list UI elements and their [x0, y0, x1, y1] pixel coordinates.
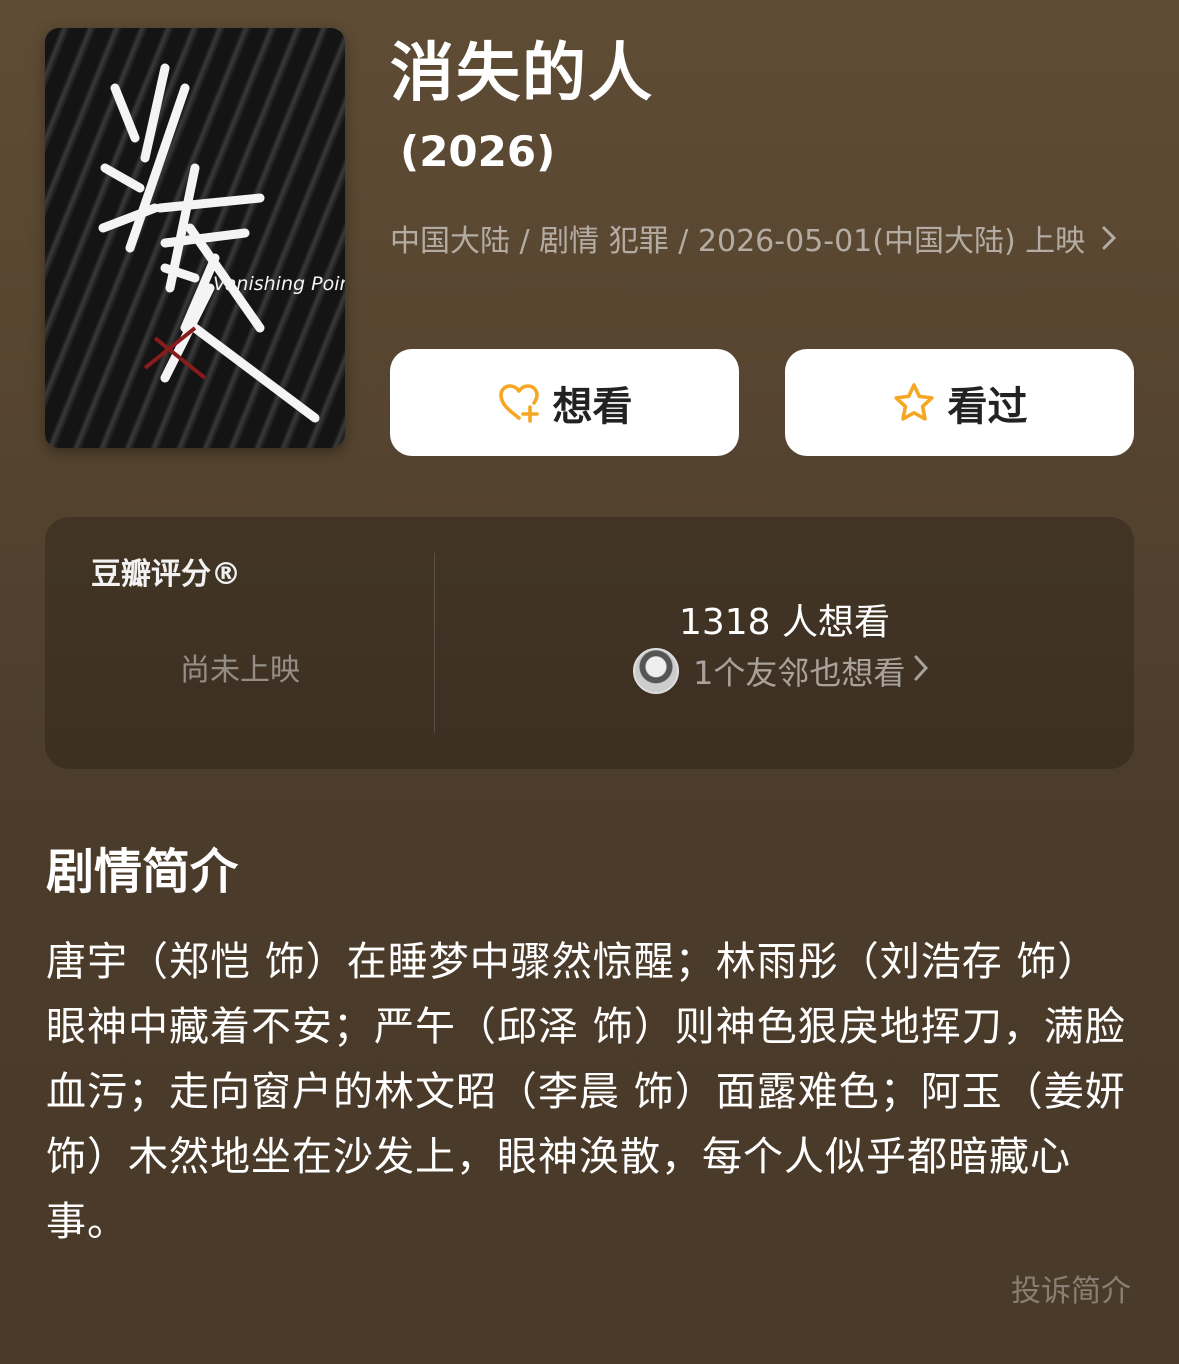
report-synopsis-link[interactable]: 投诉简介 — [1011, 1266, 1131, 1310]
avatar — [633, 648, 679, 694]
friends-want-text: 1个友邻也想看 — [693, 654, 906, 692]
synopsis-title: 剧情简介 — [46, 844, 239, 900]
poster-artwork: Vanishing Point — [98, 63, 345, 423]
watched-label: 看过 — [947, 383, 1028, 430]
want-to-watch-label: 想看 — [552, 383, 633, 430]
friends-want-link[interactable]: 1个友邻也想看 — [633, 647, 929, 695]
poster-title-en: Vanishing Point — [213, 273, 345, 295]
watched-button[interactable]: 看过 — [785, 349, 1134, 456]
movie-year: (2026) — [400, 127, 556, 176]
movie-meta-text: 中国大陆 / 剧情 犯罪 / 2026-05-01(中国大陆) 上映 — [390, 224, 1086, 259]
movie-poster[interactable]: Vanishing Point — [45, 28, 345, 448]
douban-rating-label: 豆瓣评分® — [91, 557, 241, 592]
chevron-right-icon — [1101, 214, 1117, 270]
heart-plus-icon — [497, 381, 541, 425]
synopsis-body: 唐宇（郑恺 饰）在睡梦中骤然惊醒；林雨彤（刘浩存 饰）眼神中藏着不安；严午（邱泽… — [46, 939, 1126, 1245]
movie-meta-link[interactable]: 中国大陆 / 剧情 犯罪 / 2026-05-01(中国大陆) 上映 — [390, 214, 1120, 270]
rating-status: 尚未上映 — [180, 653, 300, 688]
rating-card: 豆瓣评分® 尚未上映 1318 人想看 1个友邻也想看 — [45, 517, 1134, 769]
want-to-watch-button[interactable]: 想看 — [390, 349, 739, 456]
want-count: 1318 人想看 — [678, 602, 891, 643]
movie-title: 消失的人 — [390, 37, 654, 111]
star-icon — [892, 381, 936, 425]
chevron-right-icon — [913, 651, 929, 691]
